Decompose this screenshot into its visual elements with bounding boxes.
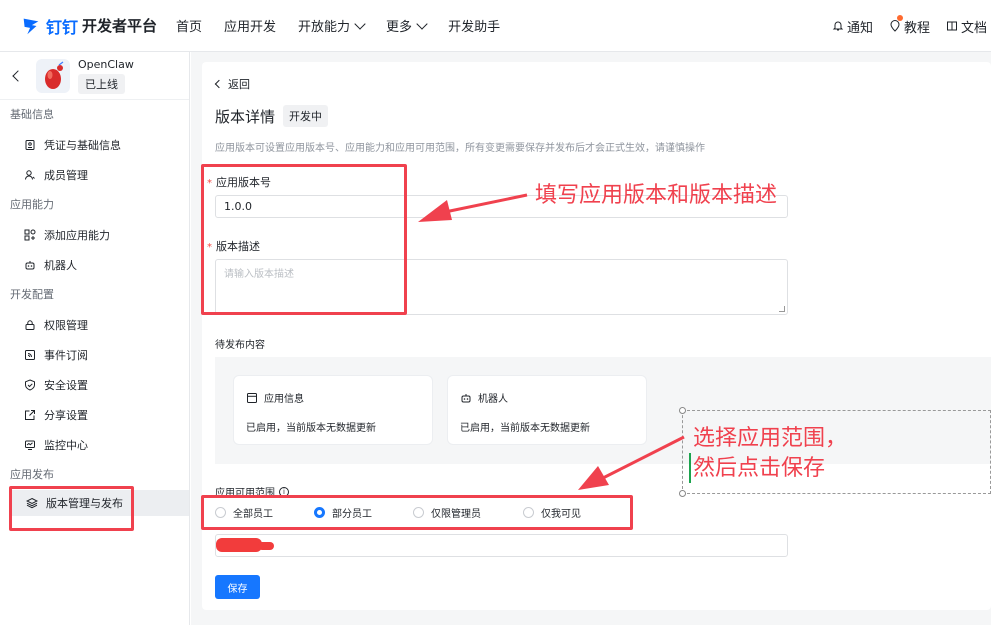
location-pin-icon xyxy=(890,20,900,32)
sidebar-group-capability: 应用能力 xyxy=(10,198,54,211)
sidebar-item-security[interactable]: 安全设置 xyxy=(0,370,189,400)
radio-only-me[interactable]: 仅我可见 xyxy=(523,505,581,520)
redaction-mark xyxy=(216,538,262,552)
radio-circle xyxy=(523,507,534,518)
selection-handle xyxy=(679,490,686,497)
scope-label: 应用可用范围 i xyxy=(215,484,289,499)
member-icon xyxy=(25,170,35,180)
chevron-left-icon xyxy=(214,79,224,89)
member-select-input[interactable] xyxy=(215,534,788,557)
status-badge: 开发中 xyxy=(283,105,329,127)
desc-label: * 版本描述 xyxy=(207,240,260,253)
radio-circle xyxy=(215,507,226,518)
app-name: OpenClaw xyxy=(78,57,134,71)
required-asterisk: * xyxy=(207,178,212,189)
top-navigation-bar: 钉钉 开发者平台 首页 应用开发 开放能力 更多 开发助手 通知 教程 文档 xyxy=(0,0,991,52)
textarea-placeholder: 请输入版本描述 xyxy=(224,269,294,280)
sidebar-group-publish: 应用发布 xyxy=(10,468,54,481)
logo-text: 钉钉 xyxy=(46,17,79,37)
sidebar-item-version-publish[interactable]: 版本管理与发布 xyxy=(10,490,189,516)
dingtalk-logo[interactable]: 钉钉 开发者平台 xyxy=(20,14,160,38)
redaction-mark xyxy=(258,542,274,550)
lock-icon xyxy=(25,320,35,330)
robot-icon xyxy=(461,393,471,402)
sidebar: OpenClaw 已上线 基础信息 凭证与基础信息 成员管理 应用能力 添加应用… xyxy=(0,52,190,625)
sidebar-group-basic: 基础信息 xyxy=(10,108,54,121)
version-description-textarea[interactable]: 请输入版本描述 xyxy=(215,259,788,315)
app-info-icon xyxy=(247,392,257,403)
share-icon xyxy=(25,410,35,420)
save-button[interactable]: 保存 xyxy=(215,575,260,599)
notification-dot xyxy=(896,14,903,21)
info-icon[interactable]: i xyxy=(279,486,289,497)
subscribe-icon xyxy=(25,350,35,360)
credential-icon xyxy=(25,140,35,150)
annotation-scope-hint-2: 然后点击保存 xyxy=(693,456,826,481)
app-status-badge: 已上线 xyxy=(78,73,125,94)
resize-handle[interactable] xyxy=(779,306,785,312)
nav-app-dev[interactable]: 应用开发 xyxy=(224,16,276,35)
radio-admins-only[interactable]: 仅限管理员 xyxy=(413,505,481,520)
top-right-actions: 通知 教程 文档 xyxy=(816,0,987,52)
add-capability-icon xyxy=(24,229,36,241)
sidebar-item-monitor[interactable]: 监控中心 xyxy=(0,430,189,460)
sidebar-group-config: 开发配置 xyxy=(10,288,54,301)
main-nav: 首页 应用开发 开放能力 更多 开发助手 xyxy=(176,16,522,35)
sidebar-item-robot[interactable]: 机器人 xyxy=(0,250,189,280)
required-asterisk: * xyxy=(207,242,212,253)
annotation-version-hint: 填写应用版本和版本描述 xyxy=(535,183,778,208)
sidebar-item-credentials[interactable]: 凭证与基础信息 xyxy=(0,130,189,160)
monitor-icon xyxy=(25,440,35,450)
shield-icon xyxy=(25,379,35,391)
nav-home[interactable]: 首页 xyxy=(176,16,202,35)
pending-label: 待发布内容 xyxy=(215,340,265,351)
radio-some-employees[interactable]: 部分员工 xyxy=(314,505,372,520)
chevron-down-icon xyxy=(416,17,428,30)
page-description: 应用版本可设置应用版本号、应用能力和应用可用范围，所有变更需要保存并发布后才会正… xyxy=(215,143,705,154)
radio-circle-selected xyxy=(314,507,325,518)
chevron-left-icon[interactable] xyxy=(12,69,24,82)
nav-open-capability[interactable]: 开放能力 xyxy=(298,16,366,35)
version-label: * 应用版本号 xyxy=(207,176,271,189)
docs-button[interactable]: 文档 xyxy=(946,17,987,36)
pending-card-app-info: 应用信息 已启用，当前版本无数据更新 xyxy=(233,375,433,445)
radio-circle xyxy=(413,507,424,518)
nav-more[interactable]: 更多 xyxy=(386,16,428,35)
platform-text: 开发者平台 xyxy=(82,17,158,35)
back-link[interactable]: 返回 xyxy=(214,76,250,92)
dingtalk-logo-icon xyxy=(23,18,39,34)
book-icon xyxy=(946,21,957,31)
robot-icon xyxy=(25,261,35,270)
layers-icon xyxy=(26,497,38,509)
nav-dev-assistant[interactable]: 开发助手 xyxy=(448,16,500,35)
radio-all-employees[interactable]: 全部员工 xyxy=(215,505,273,520)
notify-button[interactable]: 通知 xyxy=(832,17,873,36)
app-header: OpenClaw 已上线 xyxy=(0,52,189,100)
text-cursor xyxy=(689,453,691,483)
page-title: 版本详情 开发中 xyxy=(215,105,329,127)
annotation-scope-hint-1: 选择应用范围， xyxy=(693,426,848,451)
sidebar-item-events[interactable]: 事件订阅 xyxy=(0,340,189,370)
tutorial-button[interactable]: 教程 xyxy=(889,14,930,36)
sidebar-item-share[interactable]: 分享设置 xyxy=(0,400,189,430)
sidebar-item-permissions[interactable]: 权限管理 xyxy=(0,310,189,340)
pending-card-robot: 机器人 已启用，当前版本无数据更新 xyxy=(447,375,647,445)
sidebar-item-add-capability[interactable]: 添加应用能力 xyxy=(0,220,189,250)
sidebar-item-members[interactable]: 成员管理 xyxy=(0,160,189,190)
bell-icon xyxy=(832,21,844,31)
chevron-down-icon xyxy=(354,17,366,30)
app-avatar xyxy=(36,58,70,93)
selection-handle xyxy=(679,407,686,414)
lobster-icon xyxy=(45,61,64,89)
